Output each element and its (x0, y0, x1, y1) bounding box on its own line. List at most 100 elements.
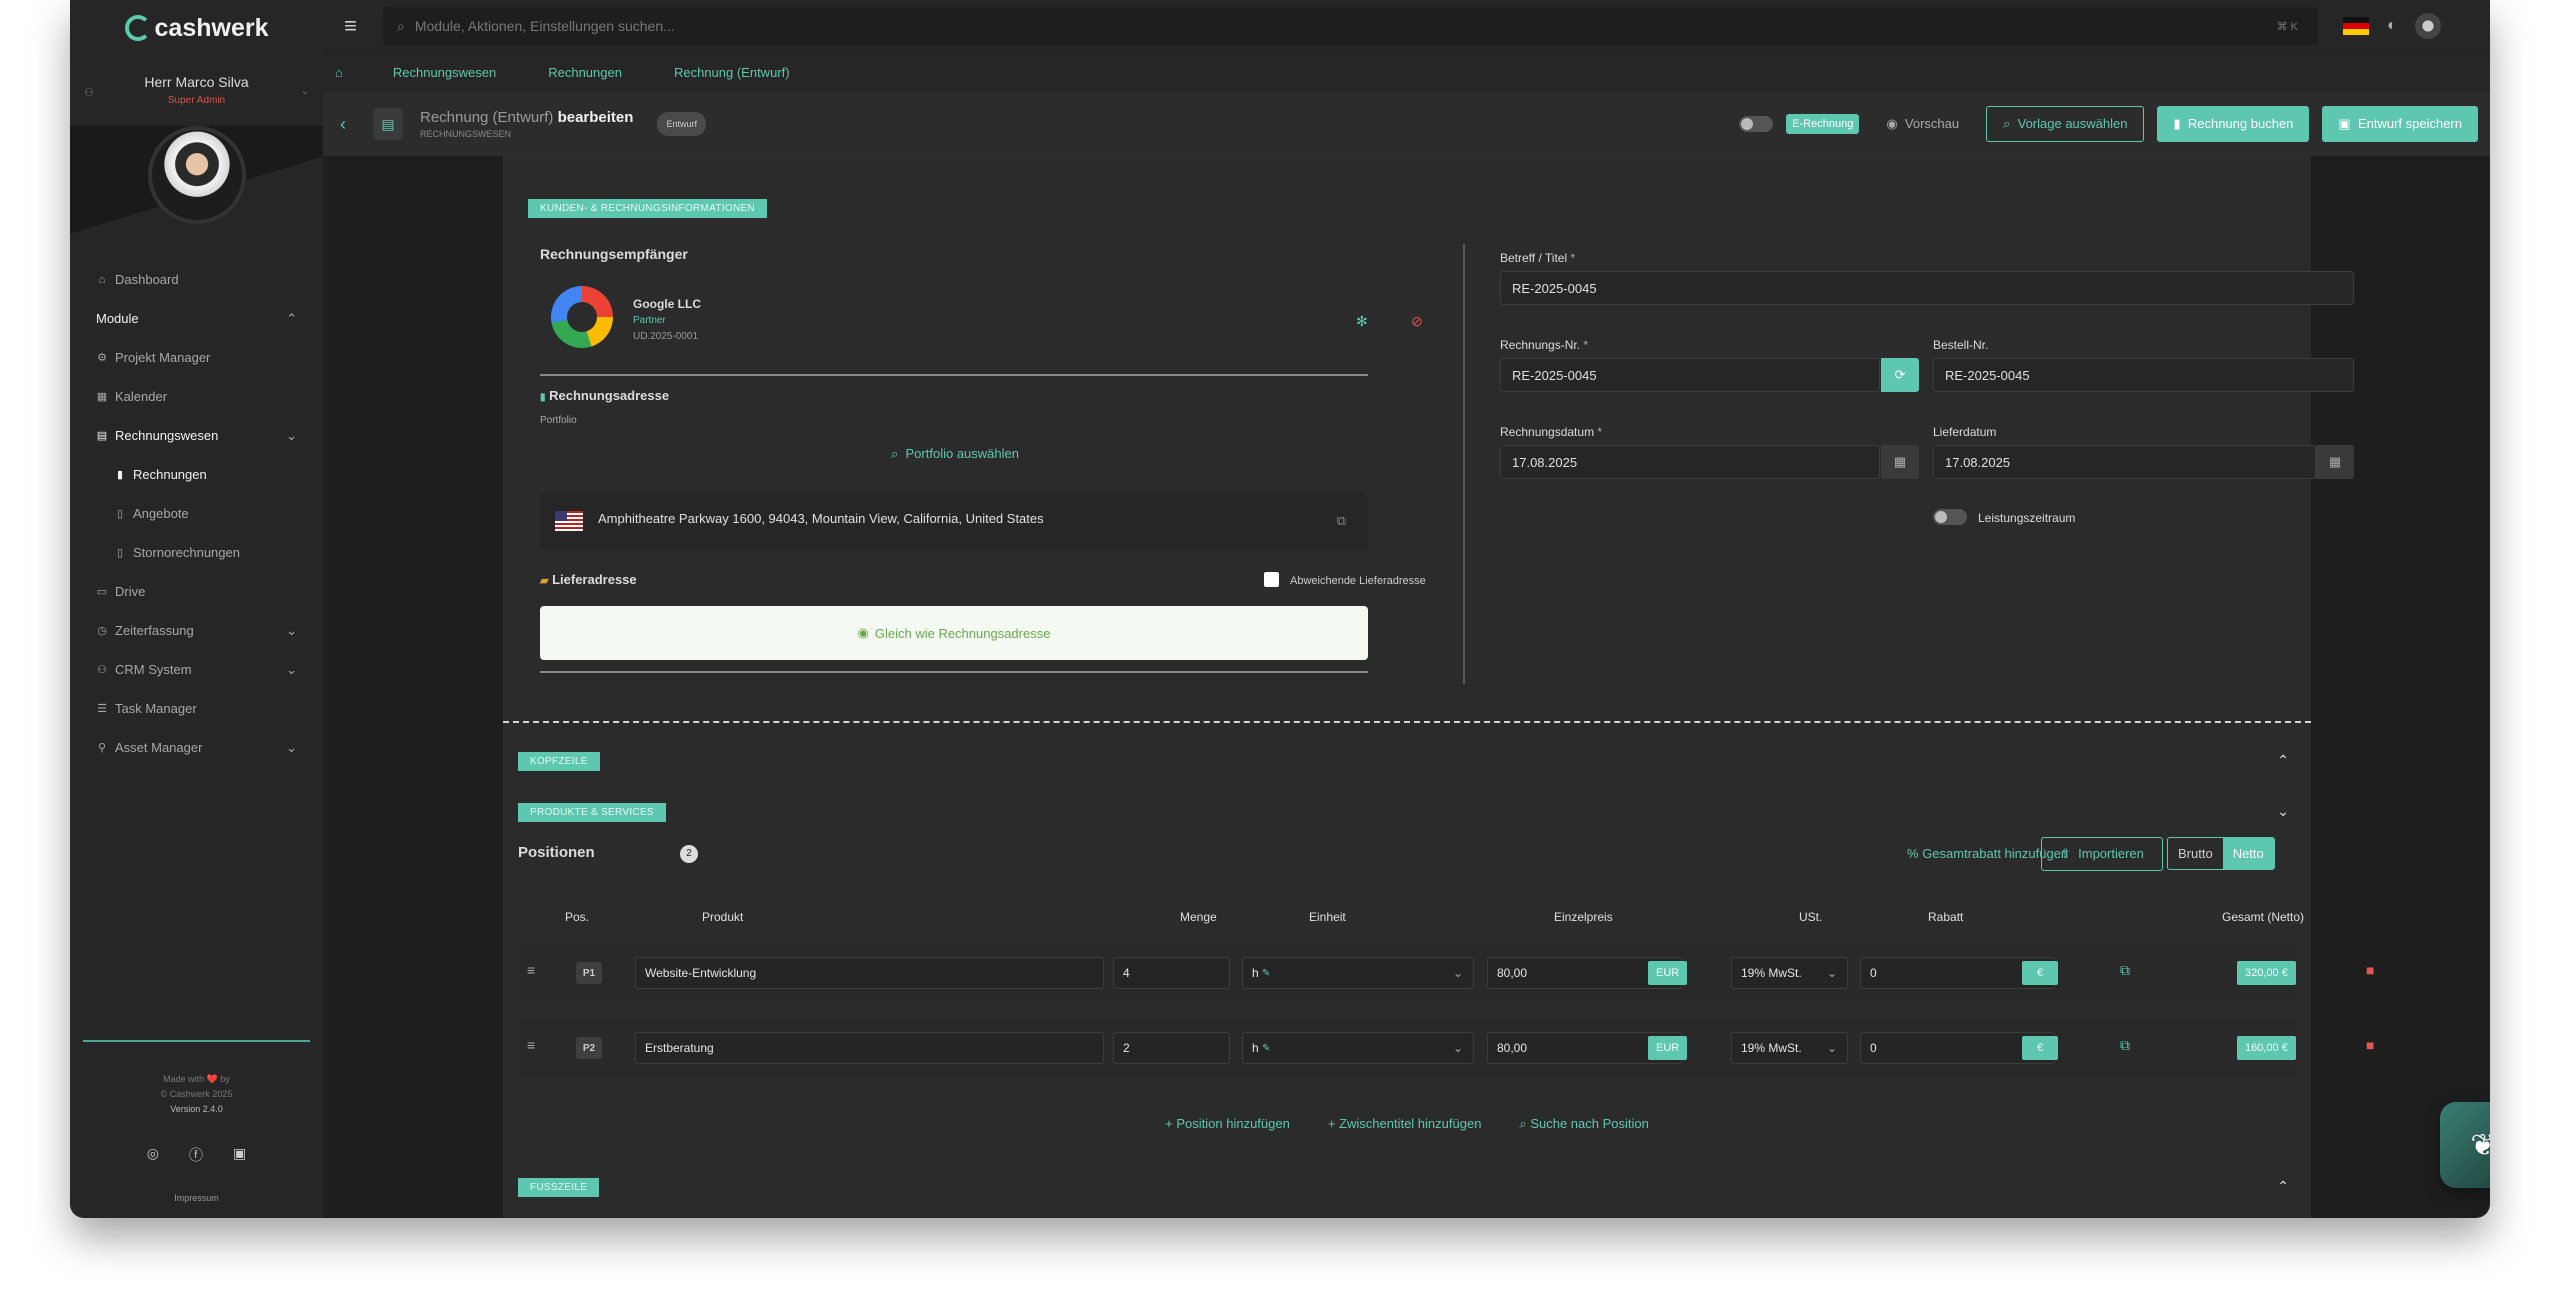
vat-select[interactable]: 19% MwSt. ⌄ (1731, 957, 1848, 989)
same-as-billing-button[interactable]: ◉ Gleich wie Rechnungsadresse (540, 606, 1368, 660)
calendar-button[interactable]: ▦ (2316, 445, 2354, 479)
invoice-number-label-text: Rechnungs-Nr. (1500, 338, 1581, 352)
calendar-button[interactable]: ▦ (1881, 445, 1919, 479)
page-subtitle: RECHNUNGSWESEN (420, 129, 512, 139)
sidebar-item-task-manager[interactable]: ☰ Task Manager (70, 689, 323, 728)
search-placeholder: Module, Aktionen, Einstellungen suchen..… (414, 18, 675, 34)
drag-handle-icon[interactable]: ≡ (527, 1037, 535, 1053)
search-position-button[interactable]: ⌕ Suche nach Position (1519, 1116, 1648, 1132)
breadcrumb-item[interactable]: Rechnungen (548, 65, 622, 80)
sidebar-item-projekt-manager[interactable]: ⚙ Projekt Manager (70, 338, 323, 377)
discount-unit-toggle[interactable]: € (2022, 1036, 2058, 1060)
social-links: ◎ ⓕ ▣ (83, 1145, 310, 1165)
recipient-heading: Rechnungsempfänger (540, 246, 688, 262)
upload-icon: ⇪ (2060, 846, 2071, 861)
breadcrumb-item[interactable]: Rechnung (Entwurf) (674, 65, 790, 80)
book-invoice-button[interactable]: ▮ Rechnung buchen (2157, 106, 2310, 142)
sidebar-item-angebote[interactable]: ▯ Angebote (70, 494, 323, 533)
position-badge: P1 (576, 962, 602, 984)
sidebar-item-drive[interactable]: ▭ Drive (70, 572, 323, 611)
portfolio-select-button[interactable]: ⌕ Portfolio auswählen (503, 446, 1407, 462)
settings-icon[interactable]: ✻ (1356, 313, 1368, 330)
sidebar-item-rechnungswesen[interactable]: ▤ Rechnungswesen ⌄ (70, 416, 323, 455)
add-subtitle-button[interactable]: + Zwischentitel hinzufügen (1328, 1116, 1482, 1132)
delete-icon[interactable]: ■ (2366, 1037, 2374, 1053)
sidebar-item-zeiterfassung[interactable]: ◷ Zeiterfassung ⌄ (70, 611, 323, 650)
chevron-up-icon[interactable]: ⌃ (2277, 1178, 2289, 1195)
preview-button[interactable]: ◉ Vorschau (1886, 116, 1959, 132)
subject-input[interactable]: RE-2025-0045 (1500, 271, 2354, 305)
duplicate-icon[interactable]: ⧉ (2120, 962, 2130, 979)
delete-icon[interactable]: ■ (2366, 962, 2374, 978)
sidebar-item-kalender[interactable]: ▦ Kalender (70, 377, 323, 416)
column-divider (1463, 244, 1465, 684)
invoice-date-input[interactable]: 17.08.2025 (1500, 445, 1880, 479)
german-flag-icon[interactable] (2343, 17, 2369, 35)
home-icon[interactable]: ⌂ (335, 65, 343, 80)
e-rechnung-toggle[interactable] (1739, 116, 1774, 132)
vat-value: 19% MwSt. (1741, 966, 1802, 980)
divider (540, 671, 1368, 673)
ai-assistant-button[interactable]: ❦ (2440, 1102, 2490, 1188)
chevron-down-icon[interactable]: ⌄ (2277, 803, 2289, 820)
invoice-number-input[interactable]: RE-2025-0045 (1500, 358, 1880, 392)
discount-value: 0 (1870, 1041, 1877, 1055)
facebook-icon[interactable]: ⓕ (189, 1145, 203, 1165)
save-draft-button[interactable]: ▣ Entwurf speichern (2322, 106, 2478, 142)
discount-unit-toggle[interactable]: € (2022, 961, 2058, 985)
quantity-input[interactable]: 4 (1113, 957, 1230, 989)
section-tag-header[interactable]: KOPFZEILE (518, 752, 600, 771)
netto-option[interactable]: Netto (2222, 838, 2274, 869)
impressum-link[interactable]: Impressum (83, 1193, 310, 1203)
sidebar-group-module[interactable]: Module ⌃ (70, 299, 323, 338)
different-delivery-checkbox[interactable] (1264, 572, 1279, 587)
chevron-up-icon[interactable]: ⌃ (2277, 752, 2289, 769)
brand-logo[interactable]: cashwerk (70, 0, 323, 56)
column-header: Gesamt (Netto) (2222, 910, 2305, 924)
service-period-toggle[interactable] (1933, 509, 1967, 525)
product-input[interactable]: Website-Entwicklung (635, 957, 1104, 989)
avatar[interactable] (148, 126, 246, 224)
import-button[interactable]: ⇪ Importieren (2041, 837, 2163, 871)
page-title: Rechnung (Entwurf) bearbeiten RECHNUNGSW… (420, 109, 633, 139)
company-type: Partner (633, 315, 666, 326)
search-input[interactable]: ⌕ Module, Aktionen, Einstellungen suchen… (383, 7, 2318, 45)
unit-select[interactable]: h ✎ ⌄ (1242, 957, 1474, 989)
product-input[interactable]: Erstberatung (635, 1032, 1104, 1064)
sidebar-item-crm-system[interactable]: ⚇ CRM System ⌄ (70, 650, 323, 689)
unit-select[interactable]: h ✎ ⌄ (1242, 1032, 1474, 1064)
template-button[interactable]: ⌕ Vorlage auswählen (1986, 106, 2145, 142)
add-position-button[interactable]: + Position hinzufügen (1165, 1116, 1290, 1132)
top-avatar[interactable] (2414, 13, 2441, 39)
quantity-input[interactable]: 2 (1113, 1032, 1230, 1064)
breadcrumb-item[interactable]: Rechnungswesen (393, 65, 496, 80)
copy-icon[interactable]: ⧉ (1337, 513, 1346, 529)
sidebar-item-rechnungen[interactable]: ▮ Rechnungen (70, 455, 323, 494)
file-icon: ▯ (116, 547, 124, 559)
palette-icon[interactable]: ◐ (2387, 17, 2397, 35)
drag-handle-icon[interactable]: ≡ (527, 962, 535, 978)
refresh-number-button[interactable]: ⟳ (1881, 358, 1919, 392)
sidebar-item-dashboard[interactable]: ⌂ Dashboard (70, 260, 323, 299)
divider (540, 374, 1368, 376)
search-position-label: Suche nach Position (1530, 1116, 1649, 1131)
linkedin-icon[interactable]: ▣ (233, 1145, 246, 1165)
chevron-down-icon: ⌄ (1826, 1041, 1837, 1055)
add-subtitle-label: Zwischentitel hinzufügen (1339, 1116, 1482, 1131)
vat-select[interactable]: 19% MwSt. ⌄ (1731, 1032, 1848, 1064)
sidebar-item-label: CRM System (115, 662, 192, 677)
sidebar-item-asset-manager[interactable]: ⚲ Asset Manager ⌄ (70, 728, 323, 767)
delivery-date-input[interactable]: 17.08.2025 (1933, 445, 2316, 479)
back-icon[interactable]: ‹ (323, 114, 363, 135)
user-panel[interactable]: ⚇ Herr Marco Silva Super Admin ⌄ (70, 56, 323, 126)
order-number-input[interactable]: RE-2025-0045 (1933, 358, 2354, 392)
menu-icon[interactable]: ≡ (323, 13, 378, 39)
brutto-option[interactable]: Brutto (2168, 838, 2223, 869)
section-tag-products[interactable]: PRODUKTE & SERVICES (518, 803, 666, 822)
section-tag-footer[interactable]: FUSSZEILE (518, 1178, 600, 1197)
sidebar-item-stornorechnungen[interactable]: ▯ Stornorechnungen (70, 533, 323, 572)
instagram-icon[interactable]: ◎ (147, 1145, 159, 1165)
remove-icon[interactable]: ⊘ (1411, 313, 1423, 330)
duplicate-icon[interactable]: ⧉ (2120, 1037, 2130, 1054)
sidebar-item-label: Asset Manager (115, 740, 203, 755)
